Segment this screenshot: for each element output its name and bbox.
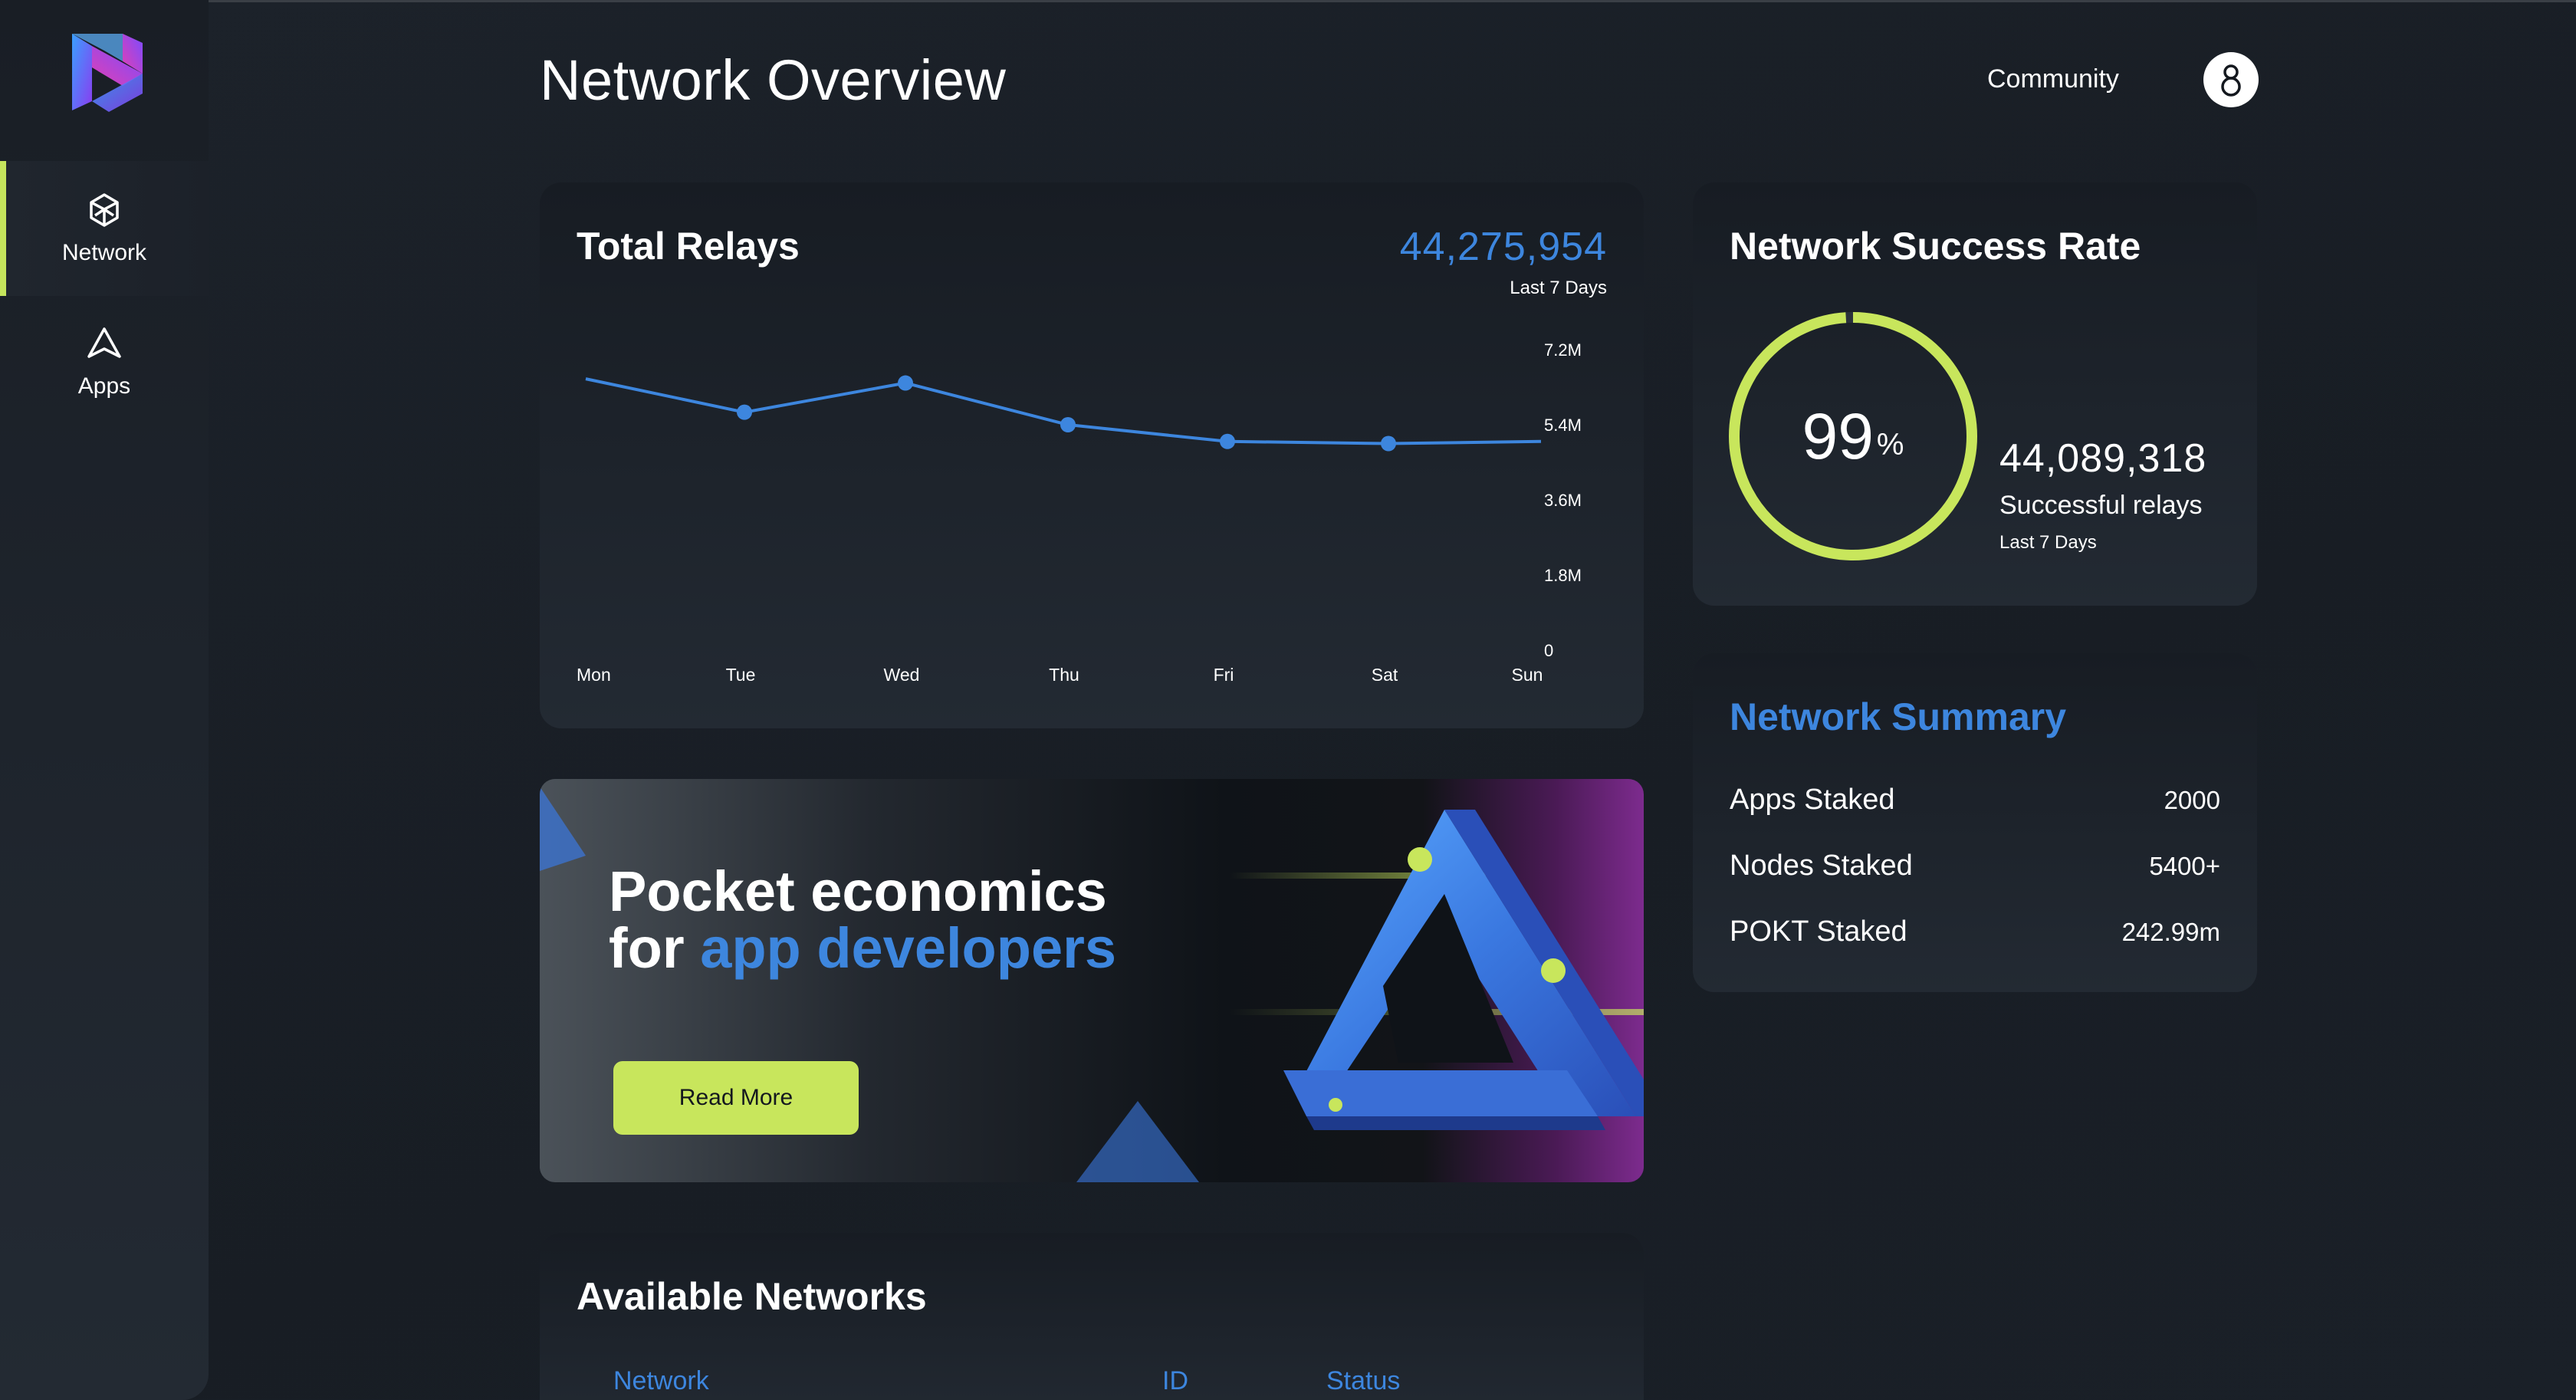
network-success-rate-card: Network Success Rate 99 % 44,089,318 Suc…	[1693, 182, 2257, 606]
banner-title-line2: for app developers	[609, 920, 1116, 977]
app-logo[interactable]	[69, 28, 146, 117]
data-point[interactable]	[1381, 435, 1396, 452]
promo-banner: Pocket economics for app developers Read…	[540, 779, 1644, 1182]
data-point[interactable]	[898, 375, 913, 391]
column-header-network[interactable]: Network	[613, 1366, 709, 1396]
data-point[interactable]	[1220, 433, 1235, 449]
window-top-border	[0, 0, 2576, 2]
sidebar-item-label: Apps	[77, 373, 131, 399]
summary-value: 5400+	[2149, 852, 2220, 880]
y-tick-label: 5.4M	[1544, 416, 1582, 435]
card-title: Available Networks	[577, 1275, 927, 1318]
card-title: Network Success Rate	[1730, 225, 2141, 268]
column-header-id[interactable]: ID	[1162, 1366, 1188, 1396]
success-rate-label: 99 %	[1727, 310, 1980, 563]
user-avatar-icon	[2221, 64, 2241, 97]
user-avatar-button[interactable]	[2203, 52, 2259, 107]
summary-row-nodes-staked: Nodes Staked 5400+	[1730, 850, 2220, 882]
available-networks-card: Available Networks Network ID Status	[540, 1233, 1644, 1400]
banner-title-accent: app developers	[700, 916, 1117, 980]
sidebar-item-apps[interactable]: Apps	[0, 294, 209, 429]
x-tick-label: Thu	[1049, 665, 1079, 685]
data-point[interactable]	[737, 404, 752, 420]
success-rate-unit: %	[1876, 427, 1904, 462]
summary-value: 2000	[2164, 786, 2220, 814]
x-tick-label: Sat	[1372, 665, 1398, 685]
read-more-button[interactable]: Read More	[613, 1061, 859, 1135]
summary-label: Nodes Staked	[1730, 850, 1913, 882]
successful-relays-period: Last 7 Days	[1999, 532, 2097, 553]
summary-value: 242.99m	[2121, 918, 2220, 946]
banner-title-line1: Pocket economics	[609, 859, 1107, 923]
summary-label: Apps Staked	[1730, 784, 1895, 816]
apps-triangle-icon	[87, 327, 121, 358]
x-tick-label: Sun	[1512, 665, 1543, 685]
page-title: Network Overview	[540, 48, 1007, 112]
x-tick-label: Wed	[884, 665, 920, 685]
total-relays-card: Total Relays 44,275,954 Last 7 Days Mon T…	[540, 182, 1644, 728]
card-title: Network Summary	[1730, 695, 2067, 738]
data-point[interactable]	[1060, 417, 1076, 432]
summary-label: POKT Staked	[1730, 915, 1907, 948]
column-header-status[interactable]: Status	[1326, 1366, 1400, 1396]
network-summary-card: Network Summary Apps Staked 2000 Nodes S…	[1693, 653, 2257, 992]
x-tick-label: Tue	[726, 665, 756, 685]
banner-title-prefix: for	[609, 916, 701, 980]
y-tick-label: 0	[1544, 641, 1553, 660]
y-tick-label: 7.2M	[1544, 340, 1582, 360]
banner-title: Pocket economics for app developers	[609, 863, 1116, 977]
community-link[interactable]: Community	[1987, 64, 2119, 94]
series-line	[585, 377, 1542, 445]
successful-relays-count: 44,089,318	[1999, 436, 2207, 481]
sidebar-item-network[interactable]: Network	[0, 161, 209, 296]
sidebar-item-label: Network	[61, 240, 147, 265]
sidebar: Network Apps	[0, 0, 209, 1400]
network-hexagon-icon	[90, 193, 119, 227]
successful-relays-label: Successful relays	[1999, 491, 2203, 520]
relays-line-chart: Mon Tue Wed Thu Fri Sat Sun 7.2M 5.4M 3.6M 1.8M 0	[577, 340, 1582, 685]
x-tick-label: Fri	[1214, 665, 1234, 685]
y-tick-label: 1.8M	[1544, 566, 1582, 585]
summary-row-pokt-staked: POKT Staked 242.99m	[1730, 915, 2220, 948]
summary-row-apps-staked: Apps Staked 2000	[1730, 784, 2220, 817]
x-tick-label: Mon	[577, 665, 611, 685]
y-tick-label: 3.6M	[1544, 491, 1582, 510]
success-rate-value: 99	[1802, 399, 1874, 472]
